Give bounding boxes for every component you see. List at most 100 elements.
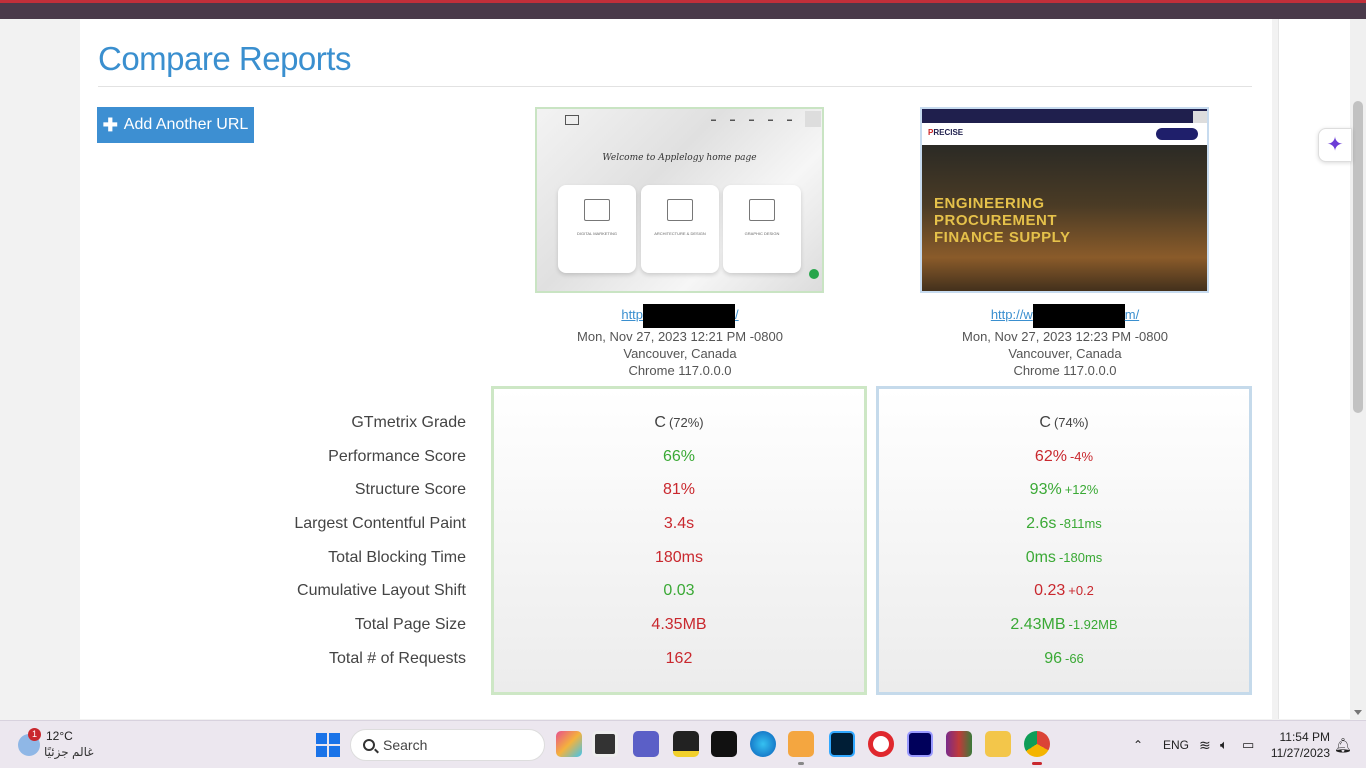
report-2-url[interactable]: http://w m/ [991, 304, 1139, 328]
weather-temp: 12°C [46, 729, 73, 743]
thumbnail-card: GRAPHIC DESIGN [723, 185, 801, 273]
report-1-url[interactable]: http / [621, 304, 739, 328]
search-icon [363, 739, 375, 751]
metric-delta: +0.2 [1068, 583, 1094, 599]
thumbnail-headline: Welcome to Applelogy home page [602, 153, 757, 163]
report-2-datetime: Mon, Nov 27, 2023 12:23 PM -0800 [962, 329, 1168, 344]
sticky-notes-icon[interactable] [673, 731, 699, 757]
chrome-icon[interactable] [1024, 731, 1050, 765]
metric-label: Largest Contentful Paint [294, 515, 466, 533]
metric-delta: +12% [1064, 482, 1099, 498]
metric-main-value: 0.03 [663, 582, 695, 600]
add-another-url-button[interactable]: ✚ Add Another URL [97, 107, 254, 143]
grade-percent: (74%) [1053, 415, 1089, 430]
metric-value: 2.43MB -1.92MB [879, 613, 1249, 647]
add-url-label: Add Another URL [123, 116, 249, 133]
metric-value: 4.35MB [494, 613, 864, 647]
title-divider [98, 86, 1252, 87]
redaction-box [1032, 304, 1125, 328]
whatsapp-icon [809, 269, 819, 279]
notion-icon[interactable] [711, 731, 737, 757]
language-indicator[interactable]: ENG [1163, 721, 1189, 768]
report-1-screenshot[interactable]: ▬ ▬ ▬ ▬ ▬ Welcome to Applelogy home page DIG… [535, 107, 824, 293]
metric-labels: GTmetrix Grade Performance Score Structu… [240, 411, 466, 681]
monitor-icon [749, 199, 775, 221]
taskbar-clock[interactable]: 11:54 PM 11/27/2023 [1268, 729, 1330, 761]
laptop-icon [584, 199, 610, 221]
right-gutter [1278, 19, 1350, 719]
windows-taskbar: 1 12°C غالم جزئيًا Search ⌃ ENG ≋ 🔈︎ ▭ 1… [0, 720, 1366, 768]
metric-main-value: 66% [662, 447, 696, 465]
scrollbar-thumb[interactable] [1353, 101, 1363, 413]
thumbnail-nav: PRECISE [922, 123, 1207, 145]
metric-value: 162 [494, 647, 864, 681]
metric-main-value: 4.35MB [651, 616, 707, 634]
metric-label: Total # of Requests [329, 649, 466, 667]
metric-main-value: 0ms [1025, 548, 1056, 566]
metric-label: GTmetrix Grade [351, 414, 466, 431]
metric-value: 62% -4% [879, 445, 1249, 479]
teams-icon[interactable] [633, 731, 659, 757]
metric-delta: -811ms [1059, 516, 1102, 532]
notification-badge: 1 [28, 728, 41, 741]
taskbar-search[interactable]: Search [350, 729, 545, 761]
metric-value: 81% [494, 478, 864, 512]
metric-delta: -1.92MB [1068, 617, 1118, 633]
report-2-meta: http://w m/ Mon, Nov 27, 2023 12:23 PM -0… [915, 304, 1215, 379]
metric-value: 93% +12% [879, 478, 1249, 512]
metric-value: 180ms [494, 546, 864, 580]
report-2-screenshot[interactable]: PRECISE ENGINEERING PROCUREMENT FINANCE … [920, 107, 1209, 293]
media-player-icon[interactable] [788, 731, 814, 765]
metric-value: 66% [494, 445, 864, 479]
metric-delta: -4% [1069, 448, 1094, 464]
search-label: Search [383, 737, 428, 753]
metric-main-value: 180ms [654, 548, 704, 566]
plus-icon: ✚ [102, 114, 118, 135]
scroll-down-arrow-icon[interactable] [1354, 710, 1362, 715]
windows-start-icon[interactable] [316, 733, 340, 757]
thumbnail-nav: ▬ ▬ ▬ ▬ ▬ [711, 117, 792, 123]
battery-icon[interactable]: ▭ [1242, 721, 1254, 768]
metric-main-value: 81% [662, 481, 696, 499]
redaction-box [643, 304, 736, 328]
report-2-location: Vancouver, Canada [1008, 346, 1122, 361]
thumbnail-card: DIGITAL MARKETING [558, 185, 636, 273]
precise-logo: PRECISE [928, 128, 964, 137]
premiere-icon[interactable] [907, 731, 933, 757]
metric-main-value: 2.6s [1026, 515, 1057, 533]
wifi-icon[interactable]: ≋ [1199, 721, 1211, 768]
weather-widget[interactable]: 1 12°C غالم جزئيًا [14, 728, 114, 763]
thumbnail-topbar [922, 109, 1207, 123]
task-view-icon[interactable] [592, 731, 618, 757]
metric-value: C (74%) [879, 411, 1249, 445]
ai-sparkle-icon[interactable]: ✦ [1318, 128, 1352, 162]
metric-label: Total Blocking Time [328, 548, 466, 566]
copilot-icon[interactable] [556, 731, 582, 757]
metric-value: 0.23 +0.2 [879, 579, 1249, 613]
metric-main-value: 62% [1034, 447, 1067, 465]
metric-main-value: 3.4s [663, 515, 695, 533]
show-hidden-icons-chevron-icon[interactable]: ⌃ [1133, 721, 1143, 768]
report-1-metrics-panel: C (72%) 66% 81% 3.4s 180ms 0.03 4.35MB 162 [491, 386, 867, 695]
thumbnail-headline: ENGINEERING PROCUREMENT FINANCE SUPPLY [934, 195, 1071, 246]
opera-icon[interactable] [868, 731, 894, 757]
metric-label: Cumulative Layout Shift [297, 582, 466, 600]
report-2-metrics-panel: C (74%) 62% -4% 93% +12% 2.6s -811ms 0ms -180ms 0.… [876, 386, 1252, 695]
volume-icon[interactable]: 🔈︎ [1220, 721, 1228, 768]
metric-label: Performance Score [328, 447, 466, 465]
metric-main-value: 93% [1029, 481, 1062, 499]
metric-main-value: 96 [1044, 649, 1062, 667]
thumbnail-nav-button [1156, 128, 1198, 140]
metric-delta: -180ms [1058, 549, 1103, 565]
notifications-bell-icon[interactable]: 🔔︎ [1334, 721, 1352, 768]
page-title: Compare Reports [98, 40, 351, 77]
vertical-scrollbar[interactable] [1350, 19, 1366, 719]
winrar-icon[interactable] [946, 731, 972, 757]
metric-main-value: 2.43MB [1010, 616, 1066, 634]
file-explorer-icon[interactable] [985, 731, 1011, 757]
report-2-browser: Chrome 117.0.0.0 [1013, 363, 1117, 378]
metric-value: 2.6s -811ms [879, 512, 1249, 546]
photoshop-icon[interactable] [829, 731, 855, 757]
edge-icon[interactable] [750, 731, 776, 757]
browser-top-strip [0, 0, 1366, 19]
